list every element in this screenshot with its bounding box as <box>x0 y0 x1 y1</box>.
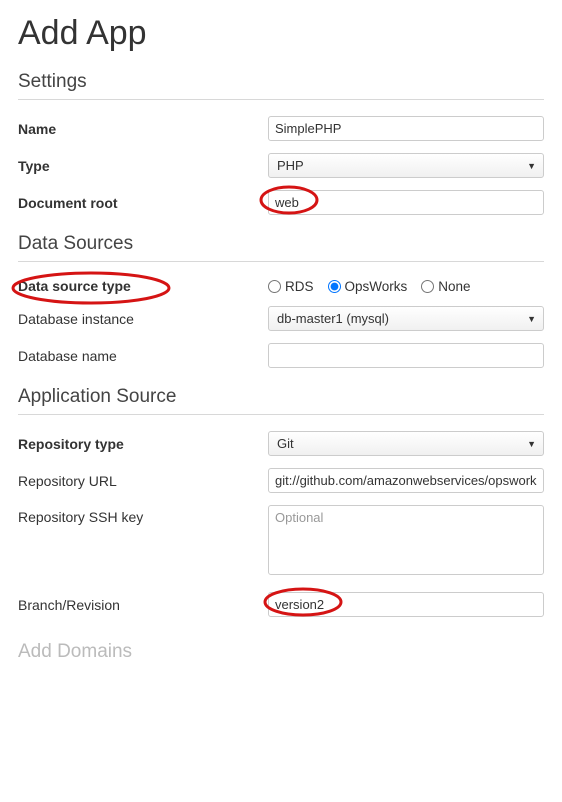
db-name-label: Database name <box>18 348 268 364</box>
data-sources-heading: Data Sources <box>18 233 544 255</box>
divider <box>18 414 544 415</box>
add-domains-heading: Add Domains <box>18 641 544 663</box>
opsworks-radio-label: OpsWorks <box>345 279 408 294</box>
name-input[interactable] <box>268 116 544 141</box>
rds-radio-label: RDS <box>285 279 314 294</box>
type-label: Type <box>18 158 268 174</box>
app-source-heading: Application Source <box>18 386 544 408</box>
divider <box>18 99 544 100</box>
repo-type-label: Repository type <box>18 436 268 452</box>
repo-type-select[interactable]: Git <box>268 431 544 456</box>
db-instance-select[interactable]: db-master1 (mysql) <box>268 306 544 331</box>
none-radio[interactable] <box>421 280 434 293</box>
ssh-key-textarea[interactable] <box>268 505 544 575</box>
docroot-label: Document root <box>18 195 268 211</box>
data-source-type-label: Data source type <box>18 278 268 294</box>
ssh-key-label: Repository SSH key <box>18 505 268 525</box>
none-radio-label: None <box>438 279 470 294</box>
settings-heading: Settings <box>18 71 544 93</box>
db-name-input[interactable] <box>268 343 544 368</box>
name-label: Name <box>18 121 268 137</box>
repo-url-input[interactable] <box>268 468 544 493</box>
branch-input[interactable] <box>268 592 544 617</box>
opsworks-radio[interactable] <box>328 280 341 293</box>
repo-url-label: Repository URL <box>18 473 268 489</box>
branch-label: Branch/Revision <box>18 597 268 613</box>
rds-radio[interactable] <box>268 280 281 293</box>
docroot-input[interactable] <box>268 190 544 215</box>
data-source-type-radio-group: RDS OpsWorks None <box>268 279 544 294</box>
type-select[interactable]: PHP <box>268 153 544 178</box>
db-instance-label: Database instance <box>18 311 268 327</box>
page-title: Add App <box>18 14 544 53</box>
divider <box>18 261 544 262</box>
